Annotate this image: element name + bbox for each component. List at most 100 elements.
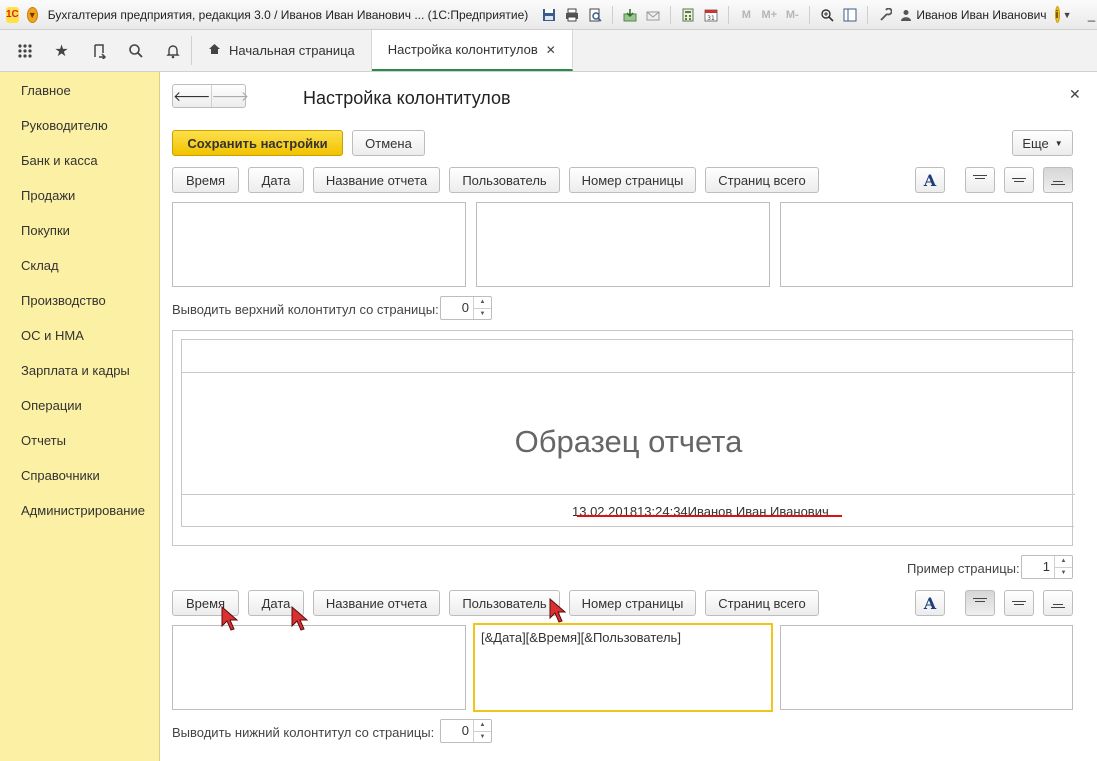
panels-icon[interactable] bbox=[841, 6, 859, 24]
header-align-top-button[interactable] bbox=[965, 167, 995, 193]
footer-align-top-button[interactable] bbox=[965, 590, 995, 616]
sidebar-item-salary[interactable]: Зарплата и кадры bbox=[0, 353, 159, 388]
header-footer-settings-form: 🡐 🡒 Настройка колонтитулов ✕ Сохранить н… bbox=[160, 72, 1097, 761]
more-label: Еще bbox=[1022, 135, 1049, 151]
report-sample-preview: Образец отчета 13.02.201813:24:34Иванов … bbox=[172, 330, 1075, 546]
sidebar-item-purchases[interactable]: Покупки bbox=[0, 213, 159, 248]
mail-icon[interactable] bbox=[644, 6, 662, 24]
sidebar-item-reports[interactable]: Отчеты bbox=[0, 423, 159, 458]
back-arrow-icon[interactable]: 🡐 bbox=[173, 85, 211, 107]
more-button[interactable]: Еще ▼ bbox=[1012, 130, 1073, 156]
sidebar-item-fixed-assets[interactable]: ОС и НМА bbox=[0, 318, 159, 353]
footer-center-text: [&Дата][&Время][&Пользователь] bbox=[481, 630, 681, 645]
memory-m-button[interactable]: M bbox=[737, 6, 755, 24]
home-icon bbox=[208, 43, 221, 58]
header-align-bottom-button[interactable] bbox=[1043, 167, 1073, 193]
svg-text:31: 31 bbox=[707, 15, 715, 22]
spinner-up-icon[interactable]: ▲ bbox=[474, 720, 491, 731]
sidebar-item-administration[interactable]: Администрирование bbox=[0, 493, 159, 528]
current-user[interactable]: Иванов Иван Иванович bbox=[900, 8, 1047, 22]
header-insert-report-name-button[interactable]: Название отчета bbox=[313, 167, 440, 193]
footer-from-page-spinner[interactable]: 0 ▲ ▼ bbox=[440, 719, 492, 743]
header-insert-user-button[interactable]: Пользователь bbox=[449, 167, 560, 193]
footer-right-textbox[interactable] bbox=[780, 625, 1073, 710]
align-middle-icon bbox=[1011, 174, 1027, 186]
header-insert-page-count-button[interactable]: Страниц всего bbox=[705, 167, 819, 193]
memory-mplus-button[interactable]: M+ bbox=[760, 6, 778, 24]
preview-page: Образец отчета 13.02.201813:24:34Иванов … bbox=[181, 339, 1075, 527]
spinner-up-icon[interactable]: ▲ bbox=[1055, 556, 1072, 567]
align-bottom-icon bbox=[1050, 174, 1066, 186]
sidebar-item-production[interactable]: Производство bbox=[0, 283, 159, 318]
sidebar-item-sales[interactable]: Продажи bbox=[0, 178, 159, 213]
zoom-icon[interactable] bbox=[818, 6, 836, 24]
header-center-textbox[interactable] bbox=[476, 202, 770, 287]
footer-center-textbox[interactable]: [&Дата][&Время][&Пользователь] bbox=[473, 623, 773, 712]
footer-align-middle-button[interactable] bbox=[1004, 590, 1034, 616]
minimize-button[interactable]: _ bbox=[1080, 7, 1097, 23]
print-icon[interactable] bbox=[563, 6, 581, 24]
calculator-icon[interactable] bbox=[679, 6, 697, 24]
spinner-up-icon[interactable]: ▲ bbox=[474, 297, 491, 308]
main-menu-button[interactable]: ▼ bbox=[26, 6, 38, 23]
footer-insert-user-button[interactable]: Пользователь bbox=[449, 590, 560, 616]
header-insert-date-button[interactable]: Дата bbox=[248, 167, 304, 193]
footer-left-textbox[interactable] bbox=[172, 625, 466, 710]
settings-wrench-icon[interactable] bbox=[876, 6, 894, 24]
sidebar-item-manager[interactable]: Руководителю bbox=[0, 108, 159, 143]
history-icon[interactable] bbox=[80, 30, 117, 71]
spinner-down-icon[interactable]: ▼ bbox=[1055, 566, 1072, 579]
notifications-bell-icon[interactable] bbox=[154, 30, 191, 71]
sample-page-spinner[interactable]: 1 ▲ ▼ bbox=[1021, 555, 1073, 579]
header-from-page-spinner[interactable]: 0 ▲ ▼ bbox=[440, 296, 492, 320]
sidebar-item-operations[interactable]: Операции bbox=[0, 388, 159, 423]
pointer-cursor-icon bbox=[549, 598, 567, 623]
more-dropdown-icon: ▼ bbox=[1054, 138, 1063, 148]
sidebar-item-main[interactable]: Главное bbox=[0, 73, 159, 108]
memory-mminus-button[interactable]: M- bbox=[783, 6, 801, 24]
nav-bar: ★ Начальная страница Настройка колонтиту… bbox=[0, 30, 1097, 72]
calendar-icon[interactable]: 31 bbox=[702, 6, 720, 24]
tab-header-footer-settings[interactable]: Настройка колонтитулов ✕ bbox=[371, 30, 573, 71]
footer-align-bottom-button[interactable] bbox=[1043, 590, 1073, 616]
spinner-down-icon[interactable]: ▼ bbox=[474, 307, 491, 320]
page-title: Настройка колонтитулов bbox=[303, 88, 511, 108]
header-left-textbox[interactable] bbox=[172, 202, 466, 287]
forward-arrow-icon[interactable]: 🡒 bbox=[210, 85, 249, 107]
save-icon[interactable] bbox=[540, 6, 558, 24]
print-preview-icon[interactable] bbox=[586, 6, 604, 24]
save-settings-button[interactable]: Сохранить настройки bbox=[172, 130, 343, 156]
apps-grid-icon[interactable] bbox=[6, 30, 43, 71]
header-align-middle-button[interactable] bbox=[1004, 167, 1034, 193]
footer-insert-page-count-button[interactable]: Страниц всего bbox=[705, 590, 819, 616]
tab-home[interactable]: Начальная страница bbox=[192, 30, 372, 71]
sidebar-item-references[interactable]: Справочники bbox=[0, 458, 159, 493]
pointer-cursor-icon bbox=[221, 606, 239, 631]
header-font-button[interactable]: A bbox=[915, 167, 945, 193]
font-icon: A bbox=[923, 170, 937, 190]
footer-insert-page-number-button[interactable]: Номер страницы bbox=[569, 590, 696, 616]
toolbar-separator bbox=[867, 5, 869, 24]
tab-settings-label: Настройка колонтитулов bbox=[387, 42, 538, 57]
info-icon[interactable]: i bbox=[1054, 6, 1060, 23]
favorites-star-icon[interactable]: ★ bbox=[43, 30, 80, 71]
info-dropdown-icon[interactable]: ▼ bbox=[1063, 10, 1072, 20]
header-right-textbox[interactable] bbox=[780, 202, 1073, 287]
sidebar-item-warehouse[interactable]: Склад bbox=[0, 248, 159, 283]
spinner-down-icon[interactable]: ▼ bbox=[474, 730, 491, 743]
sample-page-value: 1 bbox=[1042, 559, 1050, 574]
search-icon[interactable] bbox=[117, 30, 154, 71]
window-title: Бухгалтерия предприятия, редакция 3.0 / … bbox=[47, 7, 529, 22]
cancel-button[interactable]: Отмена bbox=[352, 130, 425, 156]
header-insert-time-button[interactable]: Время bbox=[172, 167, 239, 193]
header-insert-page-number-button[interactable]: Номер страницы bbox=[569, 167, 696, 193]
header-from-page-label: Выводить верхний колонтитул со страницы: bbox=[172, 302, 439, 317]
footer-font-button[interactable]: A bbox=[915, 590, 945, 616]
footer-from-page-label: Выводить нижний колонтитул со страницы: bbox=[172, 725, 435, 740]
tab-close-icon[interactable]: ✕ bbox=[546, 43, 556, 57]
font-icon: A bbox=[923, 593, 937, 613]
sidebar-item-bank[interactable]: Банк и касса bbox=[0, 143, 159, 178]
favorites-add-icon[interactable] bbox=[621, 6, 639, 24]
close-form-icon[interactable]: ✕ bbox=[1069, 86, 1081, 103]
footer-insert-report-name-button[interactable]: Название отчета bbox=[313, 590, 440, 616]
